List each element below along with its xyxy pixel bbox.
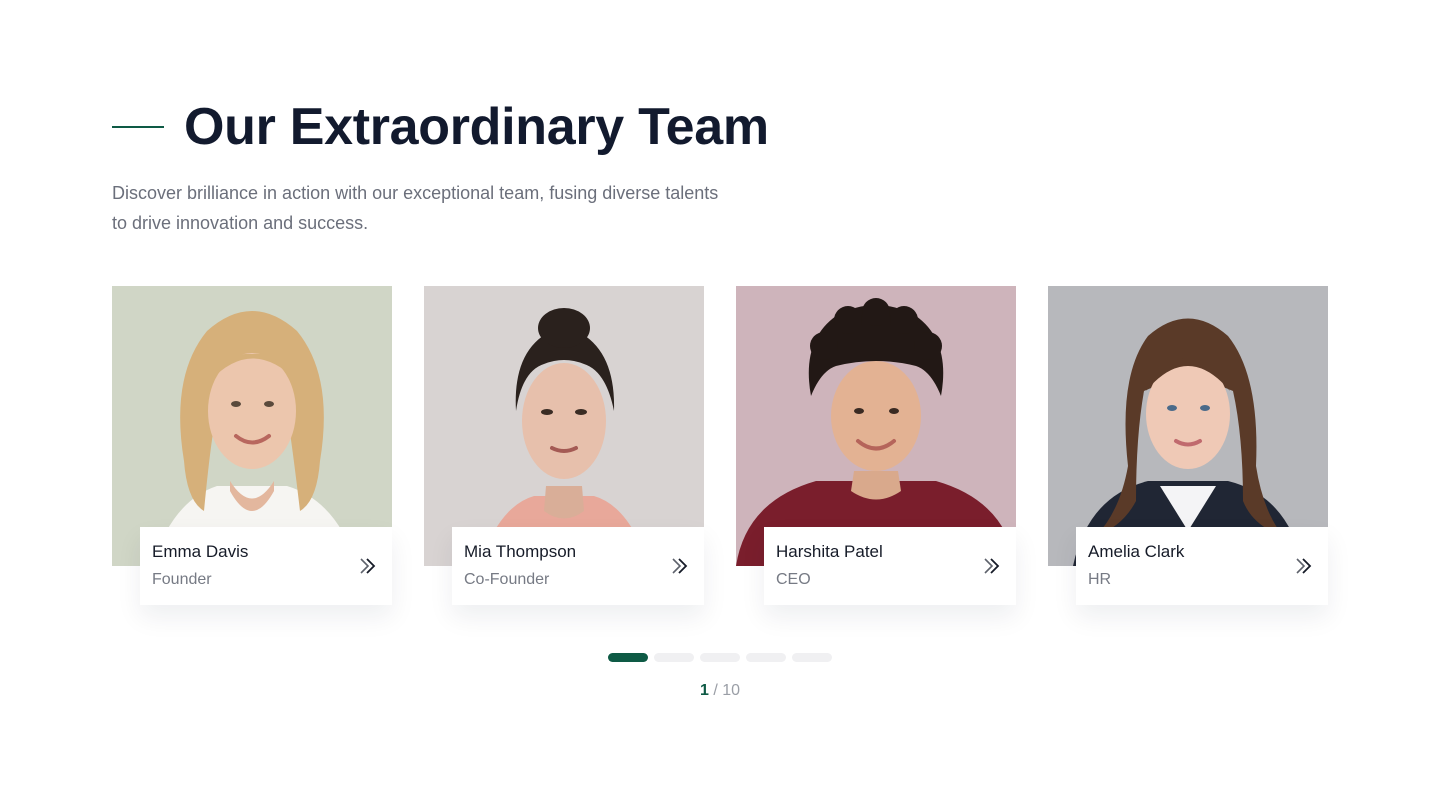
team-member-name: Emma Davis <box>152 542 249 561</box>
team-card-info: Mia Thompson Co-Founder <box>452 527 704 605</box>
slide-counter-total: 10 <box>722 682 741 699</box>
team-card[interactable]: Emma Davis Founder <box>112 286 392 606</box>
team-member-role: CEO <box>776 571 811 588</box>
team-section: Our Extraordinary Team Discover brillian… <box>0 0 1440 801</box>
double-chevron-right-icon[interactable] <box>670 556 690 576</box>
slide-counter-separator: / <box>713 682 718 699</box>
section-header: Our Extraordinary Team <box>112 96 769 158</box>
pagination-dot[interactable] <box>654 653 694 662</box>
team-card-info: Harshita Patel CEO <box>764 527 1016 605</box>
team-member-name: Amelia Clark <box>1088 542 1185 561</box>
double-chevron-right-icon[interactable] <box>1294 556 1314 576</box>
carousel-pagination-dots <box>608 653 832 662</box>
team-member-role: HR <box>1088 571 1112 588</box>
team-member-photo <box>424 286 704 566</box>
double-chevron-right-icon[interactable] <box>982 556 1002 576</box>
slide-counter: 1 / 10 <box>0 682 1440 700</box>
double-chevron-right-icon[interactable] <box>358 556 378 576</box>
team-card[interactable]: Harshita Patel CEO <box>736 286 1016 606</box>
team-card[interactable]: Mia Thompson Co-Founder <box>424 286 704 606</box>
pagination-dot[interactable] <box>700 653 740 662</box>
team-card-info: Amelia Clark HR <box>1076 527 1328 605</box>
team-member-name: Harshita Patel <box>776 542 883 561</box>
section-title: Our Extraordinary Team <box>184 98 769 156</box>
section-subtitle: Discover brilliance in action with our e… <box>112 183 719 233</box>
team-card[interactable]: Amelia Clark HR <box>1048 286 1328 606</box>
pagination-dot[interactable] <box>746 653 786 662</box>
team-member-name: Mia Thompson <box>464 542 577 561</box>
team-member-photo <box>736 286 1016 566</box>
team-card-info: Emma Davis Founder <box>140 527 392 605</box>
title-accent-line <box>112 126 164 128</box>
team-member-role: Co-Founder <box>464 571 550 588</box>
pagination-dot[interactable] <box>792 653 832 662</box>
slide-counter-current: 1 <box>699 682 709 699</box>
pagination-dot-active[interactable] <box>608 653 648 662</box>
team-member-photo <box>112 286 392 566</box>
team-member-photo <box>1048 286 1328 566</box>
team-member-role: Founder <box>152 571 212 588</box>
team-carousel: Emma Davis Founder Mia Thompson Co-Found… <box>112 286 1328 606</box>
